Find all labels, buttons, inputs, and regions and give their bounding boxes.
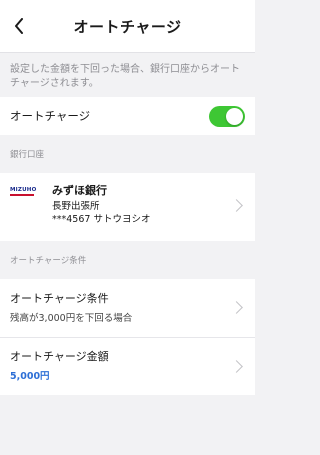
auto-charge-toggle[interactable] [209,105,245,127]
charge-condition-value: 残高が3,000円を下回る場合 [10,312,133,324]
bank-section-label: 銀行口座 [10,150,45,160]
nav-header: オートチャージ [0,0,255,53]
auto-charge-label: オートチャージ [10,109,91,123]
bank-logo-bar [10,194,34,196]
bank-name: みずほ銀行 [52,184,107,197]
chevron-left-icon [15,18,23,34]
bank-logo-text: MIZUHO [10,187,37,193]
charge-condition-title: オートチャージ条件 [10,291,109,305]
bank-logo: MIZUHO [10,187,38,196]
bank-account-card[interactable]: MIZUHO みずほ銀行 長野出張所 ***4567 サトウヨシオ [0,173,255,241]
bank-branch: 長野出張所 [52,201,100,212]
charge-amount-title: オートチャージ金額 [10,350,109,363]
bank-info: みずほ銀行 長野出張所 ***4567 サトウヨシオ [52,183,150,226]
description-text: 設定した金額を下回った場合、銀行口座からオートチャージされます。 [10,64,240,89]
charge-condition-row[interactable]: オートチャージ条件 残高が3,000円を下回る場合 [0,279,255,337]
toggle-knob [226,107,243,125]
chevron-right-icon [230,199,243,212]
bank-account-number: ***4567 サトウヨシオ [52,214,151,225]
charge-amount-value: 5,000円 [10,371,50,382]
conditions-group: オートチャージ条件 残高が3,000円を下回る場合 オートチャージ金額 5,00… [0,279,255,395]
auto-charge-row: オートチャージ [0,97,255,135]
back-button[interactable] [8,14,30,38]
page-title: オートチャージ [73,17,182,36]
charge-amount-row[interactable]: オートチャージ金額 5,000円 [0,337,255,395]
conditions-section-label: オートチャージ条件 [10,256,87,266]
